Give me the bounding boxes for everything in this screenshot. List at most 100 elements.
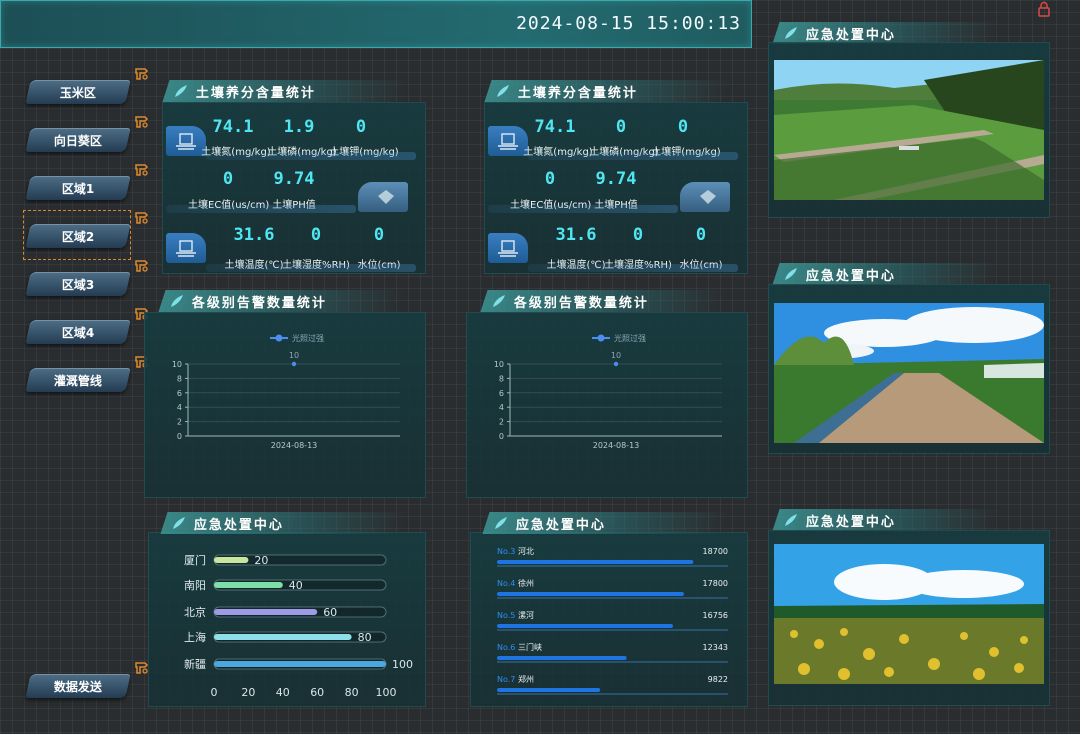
emergency-title: 应急处置中心 xyxy=(772,22,1000,44)
rank-bar[interactable] xyxy=(497,656,627,660)
rank-value: 18700 xyxy=(703,547,728,556)
soil-metric-value: 74.1 xyxy=(212,117,254,137)
bar-category-label: 南阳 xyxy=(184,579,206,592)
legend-label: 光照过强 xyxy=(614,333,646,343)
nav-button-1[interactable]: 玉米区 xyxy=(25,80,131,104)
datetime-display: 2024-08-15 15:00:13 xyxy=(516,13,741,34)
alert-line-chart: 光照过强 0 2 4 6 8 10 2024-08-13 10 xyxy=(494,333,722,450)
farm-scene-image[interactable] xyxy=(774,303,1046,444)
leaf-icon xyxy=(171,295,183,307)
rank-value: 16756 xyxy=(703,611,728,620)
rank-number: No.3 xyxy=(497,547,515,556)
wrench-icon[interactable] xyxy=(134,162,150,178)
bar[interactable] xyxy=(214,609,318,615)
x-tick-label: 60 xyxy=(310,686,324,699)
y-tick-label: 0 xyxy=(177,432,182,441)
chart-legend[interactable]: 光照过强 xyxy=(270,333,324,343)
bar[interactable] xyxy=(214,557,249,563)
rank-name: 郑州 xyxy=(518,674,534,684)
bar[interactable] xyxy=(214,661,386,667)
leaf-icon xyxy=(493,295,505,307)
soil-sensor-icon xyxy=(488,126,528,156)
rank-bar[interactable] xyxy=(497,560,694,564)
bar-category-label: 厦门 xyxy=(184,553,206,567)
nav-selection-frame xyxy=(23,210,131,260)
data-point[interactable] xyxy=(291,361,297,367)
rank-bar[interactable] xyxy=(497,624,673,628)
soil-metric-value: 31.6 xyxy=(555,225,597,245)
y-tick-label: 8 xyxy=(177,374,182,383)
legend-label: 光照过强 xyxy=(292,333,324,343)
top-header-bar: 2024-08-15 15:00:13 xyxy=(0,0,752,48)
rank-name: 三门峡 xyxy=(518,642,542,652)
rank-value: 9822 xyxy=(708,675,728,684)
y-tick-label: 2 xyxy=(499,418,504,427)
x-tick-label: 0 xyxy=(211,686,218,699)
rank-name: 河北 xyxy=(518,546,534,556)
y-tick-label: 4 xyxy=(177,403,182,412)
alert-line-chart: 光照过强 0 2 4 6 8 10 2024-08-13 10 xyxy=(172,333,400,450)
rank-bar-chart: No.3 河北 18700 No.4 徐州 17800 No.5 漯河 16756 No.6 三门峡… xyxy=(497,546,728,695)
nav-button-2[interactable]: 向日葵区 xyxy=(25,128,131,152)
farm-scene-image[interactable] xyxy=(774,60,1046,202)
nav-button-3[interactable]: 区域1 xyxy=(25,176,131,200)
bar-value-label: 40 xyxy=(289,579,303,592)
rank-number: No.4 xyxy=(497,579,515,588)
leaf-icon xyxy=(785,27,797,39)
y-tick-label: 2 xyxy=(177,418,182,427)
nav-button-7[interactable]: 灌溉管线 xyxy=(25,368,131,392)
bar-value-label: 20 xyxy=(254,554,268,567)
bar-category-label: 北京 xyxy=(184,605,206,619)
wrench-icon[interactable] xyxy=(134,258,150,274)
chart-legend[interactable]: 光照过强 xyxy=(592,333,646,343)
soil-metric-value: 74.1 xyxy=(534,117,576,137)
bar-value-label: 80 xyxy=(358,631,372,644)
y-tick-label: 10 xyxy=(494,360,504,369)
alert-panel-title: 各级别告警数量统计 xyxy=(480,290,728,312)
send-data-button[interactable]: 数据发送 xyxy=(25,674,131,698)
bar-value-label: 60 xyxy=(323,606,337,619)
leaf-icon xyxy=(173,517,185,529)
emergency-title: 应急处置中心 xyxy=(772,263,1000,285)
emergency-title: 应急处置中心 xyxy=(772,509,1000,531)
farm-scene-image[interactable] xyxy=(774,544,1046,685)
rank-number: No.5 xyxy=(497,611,515,620)
y-tick-label: 4 xyxy=(499,403,504,412)
x-tick-label: 80 xyxy=(345,686,359,699)
soil-metric-value: 0 xyxy=(310,225,322,245)
x-tick-label: 20 xyxy=(241,686,255,699)
city-bar-chart: 厦门 20 南阳 40 北京 60 上海 80 新疆 100 0 20 40 60 80 100 xyxy=(184,553,413,699)
leaf-icon xyxy=(495,517,507,529)
soil-panel-title: 土壤养分含量统计 xyxy=(484,80,732,102)
y-tick-label: 6 xyxy=(499,389,504,398)
bar[interactable] xyxy=(214,634,352,640)
rank-name: 徐州 xyxy=(518,578,534,588)
soil-metric-value: 0 xyxy=(615,117,627,137)
rank-title: 应急处置中心 xyxy=(482,512,730,534)
soil-texture-icon xyxy=(680,182,730,212)
leaf-icon xyxy=(497,85,509,97)
soil-metric-value: 0 xyxy=(632,225,644,245)
soil-sensor-icon xyxy=(166,126,206,156)
rank-value: 17800 xyxy=(703,579,728,588)
leaf-icon xyxy=(785,514,797,526)
soil-metric-value: 0 xyxy=(695,225,707,245)
city-bar-title: 应急处置中心 xyxy=(160,512,408,534)
wrench-icon[interactable] xyxy=(134,114,150,130)
soil-sensor-icon xyxy=(488,233,528,263)
rank-bar[interactable] xyxy=(497,592,684,596)
x-tick-label: 100 xyxy=(376,686,397,699)
soil-metric-value: 0 xyxy=(677,117,689,137)
data-point[interactable] xyxy=(613,361,619,367)
rank-number: No.6 xyxy=(497,643,515,652)
wrench-icon[interactable] xyxy=(134,210,150,226)
rank-bar[interactable] xyxy=(497,688,601,692)
bar[interactable] xyxy=(214,582,283,588)
nav-button-5[interactable]: 区域3 xyxy=(25,272,131,296)
lock-icon[interactable] xyxy=(1037,1,1051,17)
leaf-icon xyxy=(785,268,797,280)
y-tick-label: 6 xyxy=(177,389,182,398)
wrench-icon[interactable] xyxy=(134,66,150,82)
nav-button-6[interactable]: 区域4 xyxy=(25,320,131,344)
x-tick-label: 2024-08-13 xyxy=(271,441,318,450)
